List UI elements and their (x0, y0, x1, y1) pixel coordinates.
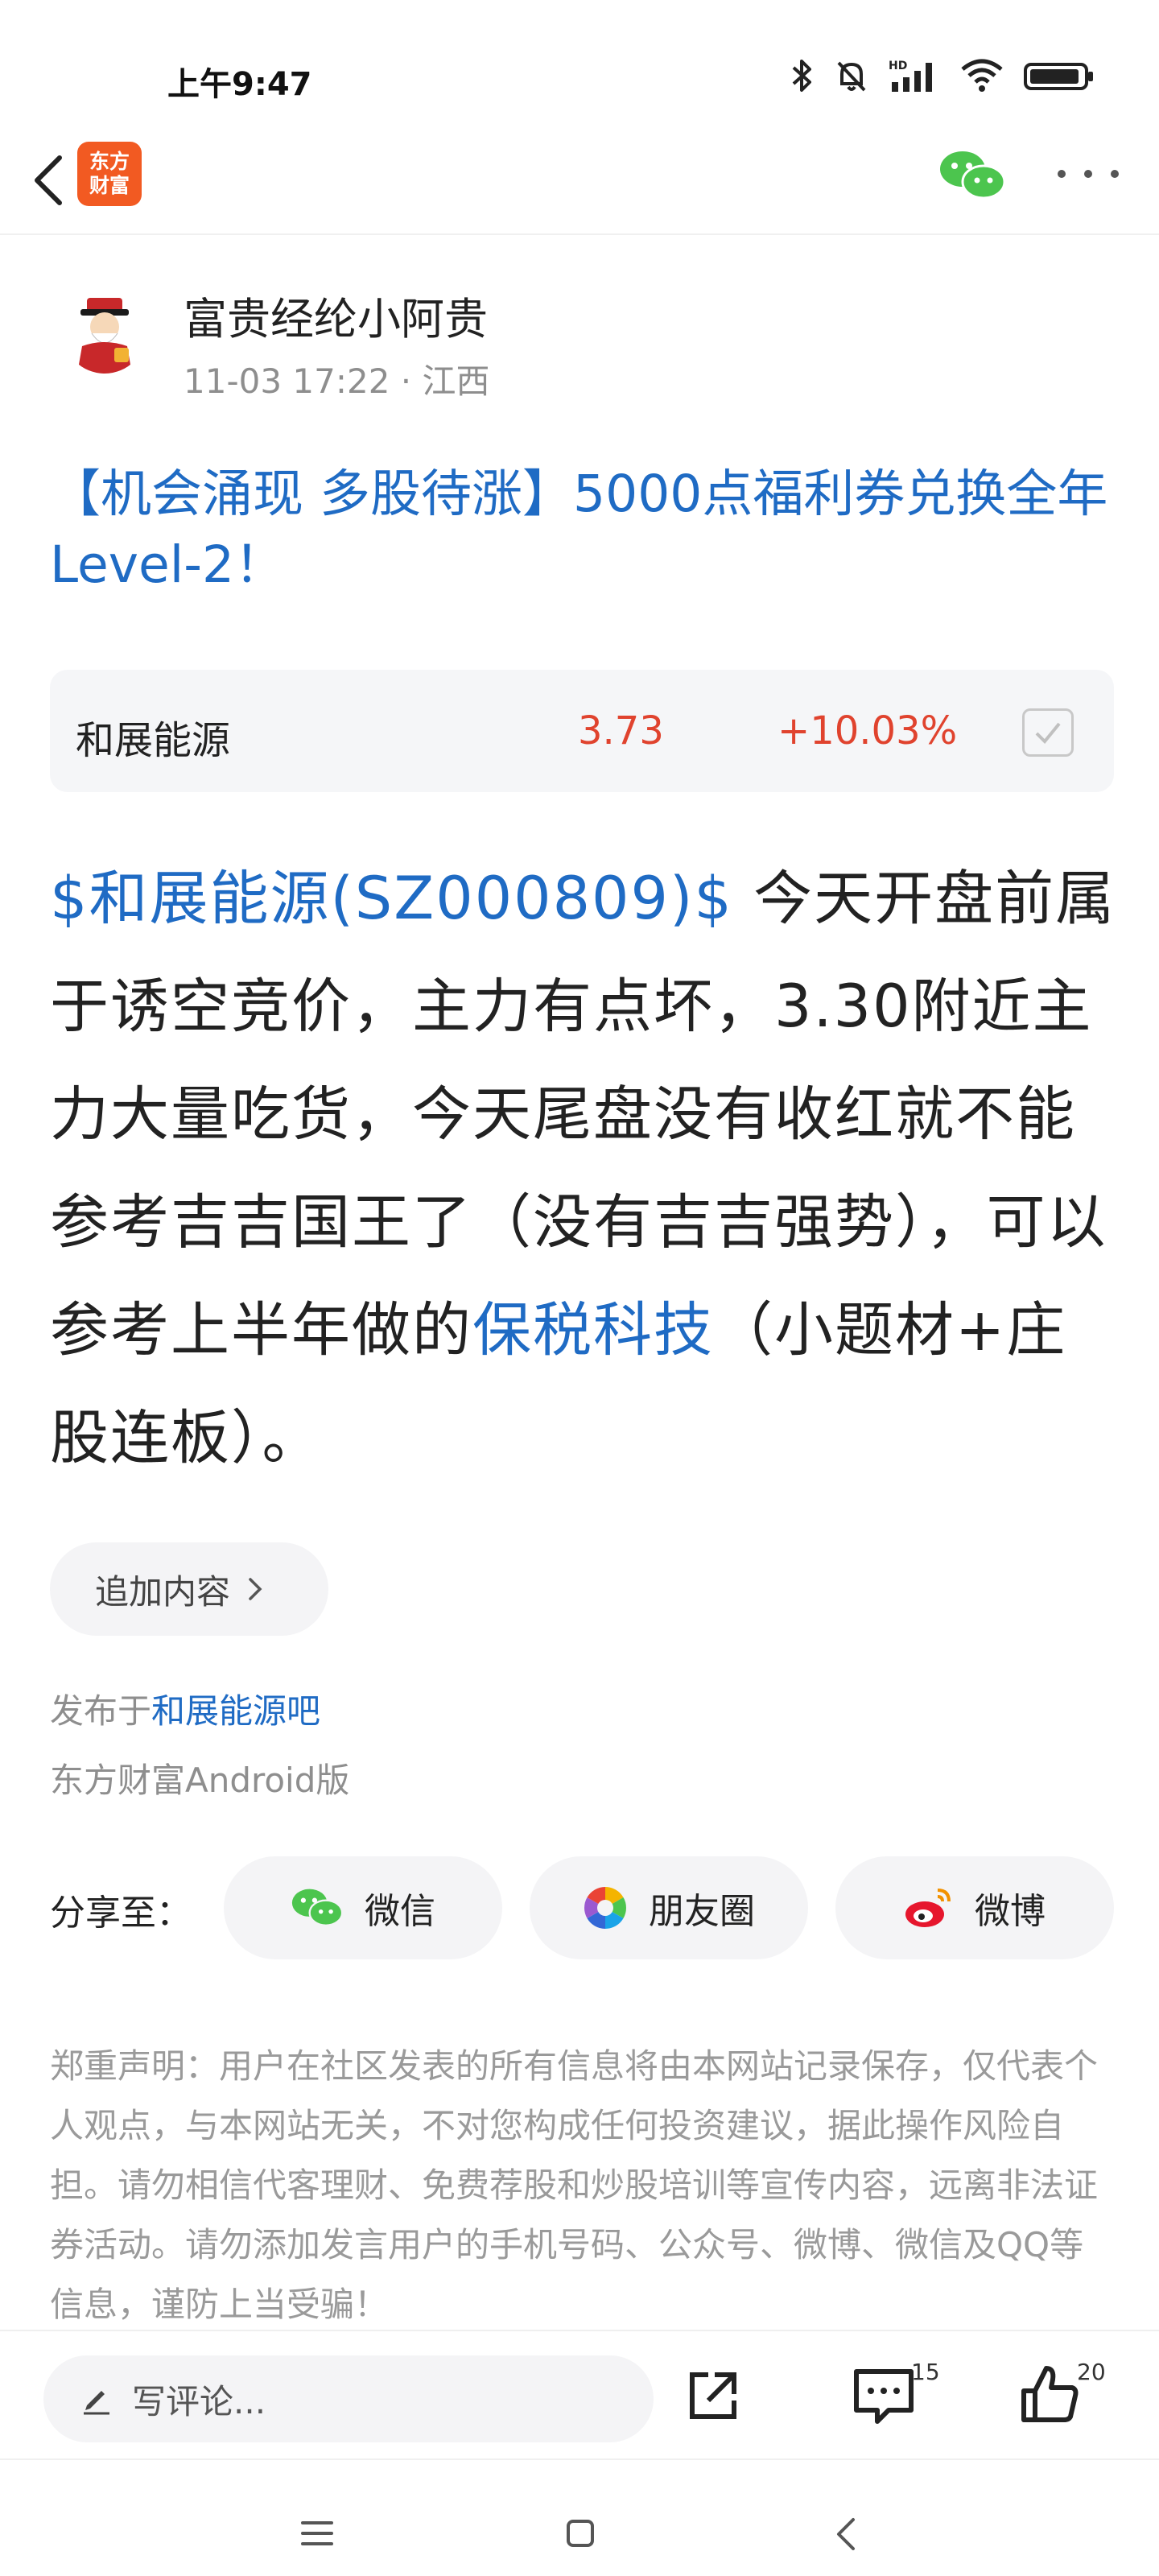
author-avatar[interactable] (63, 290, 146, 374)
share-wechat-label: 微信 (365, 1891, 435, 1932)
back-arrow-icon (35, 155, 62, 205)
author-section (63, 290, 188, 374)
share-moments-label: 朋友圈 (649, 1891, 755, 1932)
stock-card[interactable]: 和展能源 3.73 +10.03% (50, 670, 1114, 792)
published-in: 发布于和展能源吧 (50, 1684, 320, 1733)
client-info: 东方财富Android版 (50, 1761, 350, 1800)
thumbs-up-icon (1021, 2366, 1079, 2422)
wechat-icon (940, 151, 1006, 200)
menu-line-icon (301, 2521, 333, 2524)
stock-name: 和展能源 (76, 718, 231, 763)
stock-price: 3.73 (578, 708, 664, 753)
battery-icon (1024, 63, 1093, 90)
bluetooth-icon (792, 60, 811, 92)
wechat-share-button[interactable] (938, 147, 1006, 204)
author-name[interactable]: 富贵经纶小阿贵 (184, 283, 488, 347)
share-label: 分享至： (50, 1893, 192, 1934)
body-text: 今天开盘前属于诱空竞价，主力有点坏，3.30附近主力大量吃货，今天尾盘没有收红就… (50, 865, 1116, 1364)
add-watchlist-button[interactable] (1022, 708, 1074, 757)
mute-bell-icon (837, 61, 866, 92)
menu-line-icon (301, 2532, 333, 2535)
avatar-image (63, 290, 146, 374)
comment-count: 15 (911, 2359, 940, 2385)
more-dot-icon (1111, 170, 1119, 178)
back-button[interactable] (18, 143, 79, 217)
wifi-icon (961, 59, 1003, 92)
append-content-button[interactable]: 追加内容 (50, 1542, 328, 1636)
forum-link[interactable]: 和展能源吧 (151, 1691, 320, 1731)
comment-placeholder: 写评论... (132, 2381, 266, 2421)
recent-apps-button[interactable] (301, 2521, 333, 2545)
like-button[interactable] (1016, 2360, 1083, 2428)
status-bar: 上午9:47 HD (0, 0, 1159, 121)
share-weibo-button[interactable]: 微博 (835, 1856, 1114, 1959)
more-dot-icon (1084, 170, 1092, 178)
home-button[interactable] (567, 2520, 594, 2547)
disclaimer: 郑重声明：用户在社区发表的所有信息将由本网站记录保存，仅代表个人观点，与本网站无… (50, 2046, 1099, 2324)
more-menu-button[interactable] (1058, 158, 1119, 190)
status-icons: HD (790, 58, 1095, 93)
check-icon (1035, 722, 1061, 744)
app-logo[interactable]: 东方 财富 (77, 142, 142, 206)
app-logo-line2: 财富 (89, 174, 130, 197)
share-weibo-label: 微博 (975, 1891, 1046, 1932)
share-button[interactable] (681, 2363, 745, 2428)
stock-tag-link[interactable]: $和展能源(SZ000809)$ (50, 865, 733, 933)
like-count: 20 (1077, 2359, 1106, 2385)
published-prefix: 发布于 (50, 1691, 152, 1731)
status-time: 上午9:47 (167, 66, 312, 103)
stock-change: +10.03% (777, 708, 958, 753)
moments-icon (584, 1887, 626, 1929)
comment-icon (854, 2369, 914, 2424)
app-logo-line1: 东方 (89, 150, 130, 173)
more-dot-icon (1058, 170, 1066, 178)
wechat-icon (291, 1889, 344, 1926)
topic-link[interactable]: 保税科技 (472, 1296, 714, 1364)
append-content-label: 追加内容 (95, 1571, 231, 1612)
pencil-icon (84, 2391, 109, 2415)
comment-input[interactable]: 写评论... (43, 2355, 654, 2442)
comments-button[interactable] (850, 2363, 918, 2428)
menu-line-icon (301, 2542, 333, 2545)
system-back-icon[interactable] (834, 2516, 858, 2552)
post-meta: 11-03 17:22 · 江西 (184, 361, 490, 401)
post-body: $和展能源(SZ000809)$ 今天开盘前属于诱空竞价，主力有点坏，3.30附… (50, 845, 1120, 1492)
share-external-icon (690, 2372, 736, 2419)
svg-text:HD: HD (889, 60, 907, 72)
signal-icon: HD (889, 60, 932, 92)
share-moments-button[interactable]: 朋友圈 (530, 1856, 808, 1959)
share-wechat-button[interactable]: 微信 (224, 1856, 502, 1959)
chevron-right-icon (249, 1578, 262, 1600)
weibo-icon (905, 1889, 951, 1927)
bottom-action-bar: 写评论... 15 20 (0, 2330, 1159, 2458)
divider (0, 2458, 1159, 2460)
system-nav-bar (0, 2463, 1159, 2576)
post-title[interactable]: 【机会涌现 多股待涨】5000点福利券兑换全年Level-2！ (50, 459, 1112, 601)
